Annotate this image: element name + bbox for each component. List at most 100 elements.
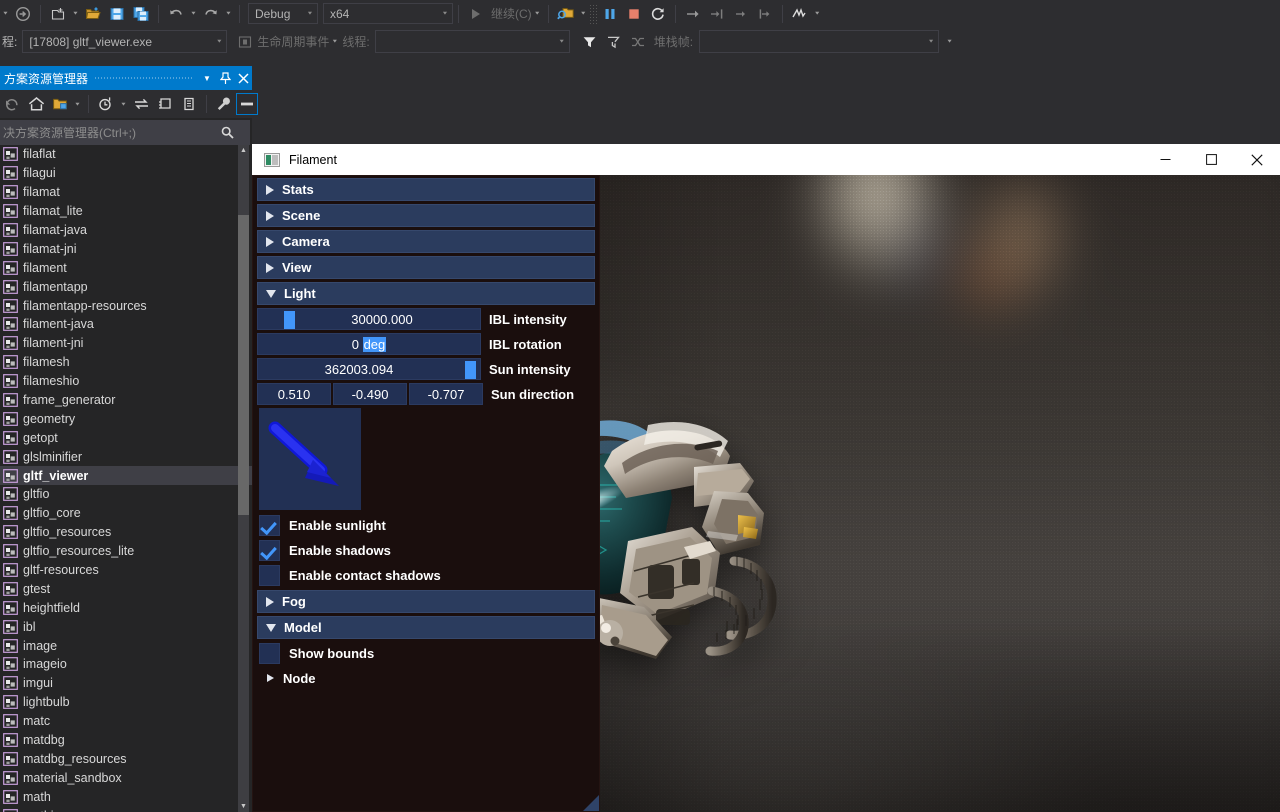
redo-caret-icon[interactable] <box>223 3 234 25</box>
scrollbar-thumb[interactable] <box>238 215 249 515</box>
panel-resize-grip[interactable] <box>583 795 599 811</box>
stop-icon[interactable] <box>622 3 646 25</box>
show-bounds-checkbox[interactable] <box>259 643 280 664</box>
solution-explorer-item[interactable]: filamat-jni <box>0 239 252 258</box>
solution-explorer-item[interactable]: filamat-java <box>0 221 252 240</box>
solution-explorer-item[interactable]: filagui <box>0 164 252 183</box>
solution-explorer-item[interactable]: filamat <box>0 183 252 202</box>
pending-changes-icon[interactable] <box>94 93 118 115</box>
step-over-icon[interactable] <box>681 3 705 25</box>
pause-icon[interactable] <box>598 3 622 25</box>
attach-caret-icon[interactable] <box>578 3 589 25</box>
enable-contact-shadows-row[interactable]: Enable contact shadows <box>259 564 595 587</box>
solution-explorer-item[interactable]: filamat_lite <box>0 202 252 221</box>
process-combo[interactable]: [17808] gltf_viewer.exe <box>22 30 228 53</box>
back-icon[interactable] <box>0 93 24 115</box>
properties-wrench-icon[interactable] <box>212 93 236 115</box>
show-bounds-row[interactable]: Show bounds <box>259 642 595 665</box>
solution-explorer-item[interactable]: mathio <box>0 806 252 812</box>
solution-platform-combo[interactable]: x64 <box>323 3 453 24</box>
solution-explorer-item[interactable]: filamesh <box>0 353 252 372</box>
section-header-view[interactable]: View <box>257 256 595 279</box>
home-icon[interactable] <box>24 93 48 115</box>
stackframe-combo[interactable] <box>699 30 940 53</box>
solution-explorer-item[interactable]: material_sandbox <box>0 768 252 787</box>
show-all-files-icon[interactable] <box>177 93 201 115</box>
solution-explorer-item[interactable]: gtest <box>0 579 252 598</box>
solution-explorer-item[interactable]: glslminifier <box>0 447 252 466</box>
start-debug-caret-icon[interactable] <box>532 3 543 25</box>
solution-explorer-item[interactable]: filameshio <box>0 372 252 391</box>
attach-to-process-icon[interactable] <box>554 3 578 25</box>
enable-shadows-row[interactable]: Enable shadows <box>259 539 595 562</box>
open-file-icon[interactable] <box>81 3 105 25</box>
solution-explorer-item[interactable]: filament <box>0 258 252 277</box>
slider-grab[interactable] <box>465 361 476 379</box>
solution-explorer-item[interactable]: matdbg_resources <box>0 750 252 769</box>
node-tree-item[interactable]: Node <box>267 667 599 689</box>
solution-explorer-item[interactable]: lightbulb <box>0 693 252 712</box>
sun-intensity-slider[interactable]: 362003.094 <box>257 358 481 380</box>
solution-explorer-tree[interactable]: filaflat filagui filamat filamat_lite filama… <box>0 145 252 812</box>
close-icon[interactable] <box>1234 144 1280 175</box>
solution-explorer-item[interactable]: gltfio <box>0 485 252 504</box>
step-out-icon[interactable] <box>729 3 753 25</box>
solution-explorer-item[interactable]: filamentapp <box>0 277 252 296</box>
scroll-down-icon[interactable]: ▼ <box>238 801 249 812</box>
shuffle-icon[interactable] <box>626 31 650 53</box>
solution-explorer-item[interactable]: imageio <box>0 655 252 674</box>
toolbar-overflow-caret-icon[interactable] <box>0 3 11 25</box>
start-debugging-icon[interactable] <box>464 3 488 25</box>
toolbar-drag-grip[interactable] <box>588 3 598 24</box>
enable-sunlight-checkbox[interactable] <box>259 515 280 536</box>
solution-explorer-item[interactable]: matdbg <box>0 731 252 750</box>
sun-direction-y[interactable]: -0.490 <box>333 383 407 405</box>
lifecycle-events-icon[interactable] <box>233 31 257 53</box>
solution-explorer-item[interactable]: gltf-resources <box>0 561 252 580</box>
solution-explorer-item[interactable]: matc <box>0 712 252 731</box>
solution-explorer-item[interactable]: filaflat <box>0 145 252 164</box>
solution-explorer-item[interactable]: gltf_viewer <box>0 466 252 486</box>
solution-explorer-item[interactable]: image <box>0 636 252 655</box>
undo-caret-icon[interactable] <box>188 3 199 25</box>
slider-grab[interactable]: deg <box>362 336 387 352</box>
minimize-icon[interactable] <box>1142 144 1188 175</box>
new-folder-icon[interactable] <box>48 93 72 115</box>
section-header-fog[interactable]: Fog <box>257 590 595 613</box>
solution-explorer-item[interactable]: filament-java <box>0 315 252 334</box>
ibl-intensity-slider[interactable]: 30000.000 <box>257 308 481 330</box>
continue-button-label[interactable]: 继续(C) <box>491 5 532 22</box>
thread-combo[interactable] <box>374 30 570 53</box>
preview-selected-items-icon[interactable] <box>236 93 258 115</box>
redo-icon[interactable] <box>199 3 223 25</box>
scroll-up-icon[interactable]: ▲ <box>238 145 249 156</box>
solution-explorer-titlebar[interactable]: 方案资源管理器 ▼ <box>0 66 252 90</box>
solution-explorer-item[interactable]: ibl <box>0 617 252 636</box>
diagnostics-caret-icon[interactable] <box>812 3 823 25</box>
solution-explorer-item[interactable]: geometry <box>0 409 252 428</box>
lifecycle-caret-icon[interactable] <box>329 31 340 53</box>
solution-explorer-scrollbar[interactable]: ▲ ▼ <box>238 145 249 812</box>
chevron-down-icon[interactable]: ▼ <box>198 67 216 89</box>
solution-explorer-item[interactable]: gltfio_resources <box>0 523 252 542</box>
ibl-rotation-slider[interactable]: 0 deg <box>257 333 481 355</box>
enable-shadows-checkbox[interactable] <box>259 540 280 561</box>
pin-icon[interactable] <box>216 67 234 89</box>
maximize-icon[interactable] <box>1188 144 1234 175</box>
section-header-model[interactable]: Model <box>257 616 595 639</box>
solution-configuration-combo[interactable]: Debug <box>248 3 318 24</box>
filter-icon[interactable] <box>578 31 602 53</box>
solution-explorer-item[interactable]: imgui <box>0 674 252 693</box>
search-icon[interactable] <box>216 126 238 139</box>
navigate-backward-icon[interactable] <box>11 3 35 25</box>
diagnostics-icon[interactable] <box>788 3 812 25</box>
sun-direction-z[interactable]: -0.707 <box>409 383 483 405</box>
filter-collapse-icon[interactable] <box>602 31 626 53</box>
collapse-all-icon[interactable] <box>153 93 177 115</box>
section-header-scene[interactable]: Scene <box>257 204 595 227</box>
solution-explorer-item[interactable]: gltfio_core <box>0 504 252 523</box>
toolbar2-overflow-caret-icon[interactable] <box>944 31 955 53</box>
filament-titlebar[interactable]: Filament <box>252 144 1280 175</box>
save-icon[interactable] <box>105 3 129 25</box>
close-icon[interactable] <box>234 67 252 89</box>
